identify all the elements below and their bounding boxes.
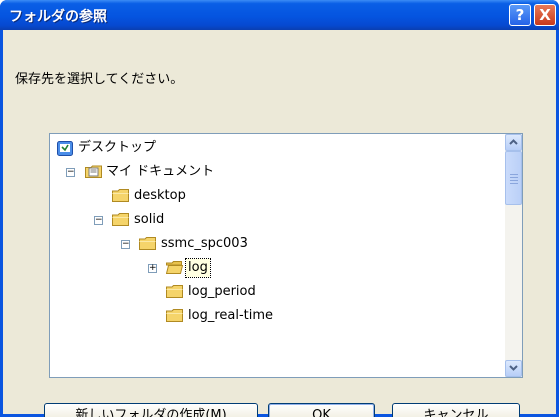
scroll-down-button[interactable] <box>505 360 522 377</box>
tree-item-log-real-time[interactable]: log_real-time <box>54 304 494 328</box>
folder-icon <box>139 237 156 250</box>
tree-item-log-period[interactable]: log_period <box>54 280 494 304</box>
grip-line <box>510 183 518 184</box>
tree-item-label: log_period <box>188 284 256 299</box>
title-bar[interactable]: フォルダの参照 ? X <box>0 0 559 30</box>
tree-scrollbar[interactable] <box>505 134 522 377</box>
close-button[interactable]: X <box>534 4 556 26</box>
scroll-up-button[interactable] <box>505 134 522 151</box>
collapse-icon[interactable]: − <box>94 216 103 225</box>
tree-item-label: solid <box>134 212 165 227</box>
help-button[interactable]: ? <box>509 4 531 26</box>
tree-item-desktop-root[interactable]: デスクトップ <box>54 136 494 160</box>
collapse-icon[interactable]: − <box>121 240 130 249</box>
grip-line <box>510 174 518 175</box>
tree-item-log[interactable]: + log <box>54 256 494 280</box>
desktop-icon <box>57 141 73 156</box>
collapse-icon[interactable]: − <box>66 168 75 177</box>
tree-item-label: log <box>185 258 211 278</box>
new-folder-button[interactable]: 新しいフォルダの作成(M) <box>44 403 258 417</box>
expand-icon[interactable]: + <box>148 264 157 273</box>
browse-folder-dialog: フォルダの参照 ? X 保存先を選択してください。 デスクトップ − マイ ドキ… <box>0 0 559 417</box>
grip-line <box>510 180 518 181</box>
folder-icon <box>112 189 129 202</box>
folder-tree[interactable]: デスクトップ − マイ ドキュメント desktop − solid − ssm… <box>49 133 523 378</box>
folder-icon <box>166 285 183 298</box>
dialog-body: 保存先を選択してください。 デスクトップ − マイ ドキュメント desktop… <box>3 30 556 417</box>
help-icon: ? <box>515 6 525 24</box>
tree-item-my-documents[interactable]: − マイ ドキュメント <box>54 160 494 184</box>
grip-line <box>510 177 518 178</box>
tree-item-label: desktop <box>134 188 186 203</box>
scroll-thumb[interactable] <box>505 151 522 205</box>
documents-folder-icon <box>85 165 102 178</box>
ok-button[interactable]: OK <box>268 403 375 417</box>
tree-item-ssmc-spc003[interactable]: − ssmc_spc003 <box>54 232 494 256</box>
folder-icon <box>112 213 129 226</box>
instruction-text: 保存先を選択してください。 <box>15 72 184 87</box>
dialog-title: フォルダの参照 <box>9 9 107 25</box>
chevron-up-icon <box>509 139 518 145</box>
open-folder-icon <box>166 261 183 274</box>
cancel-button[interactable]: キャンセル <box>392 403 520 417</box>
tree-item-label: デスクトップ <box>78 140 157 155</box>
tree-item-label: log_real-time <box>188 308 274 323</box>
chevron-down-icon <box>509 365 518 371</box>
tree-item-label: マイ ドキュメント <box>106 164 215 179</box>
close-icon: X <box>539 6 551 24</box>
folder-icon <box>166 309 183 322</box>
tree-item-label: ssmc_spc003 <box>161 236 248 251</box>
tree-item-solid[interactable]: − solid <box>54 208 494 232</box>
tree-item-desktop[interactable]: desktop <box>54 184 494 208</box>
